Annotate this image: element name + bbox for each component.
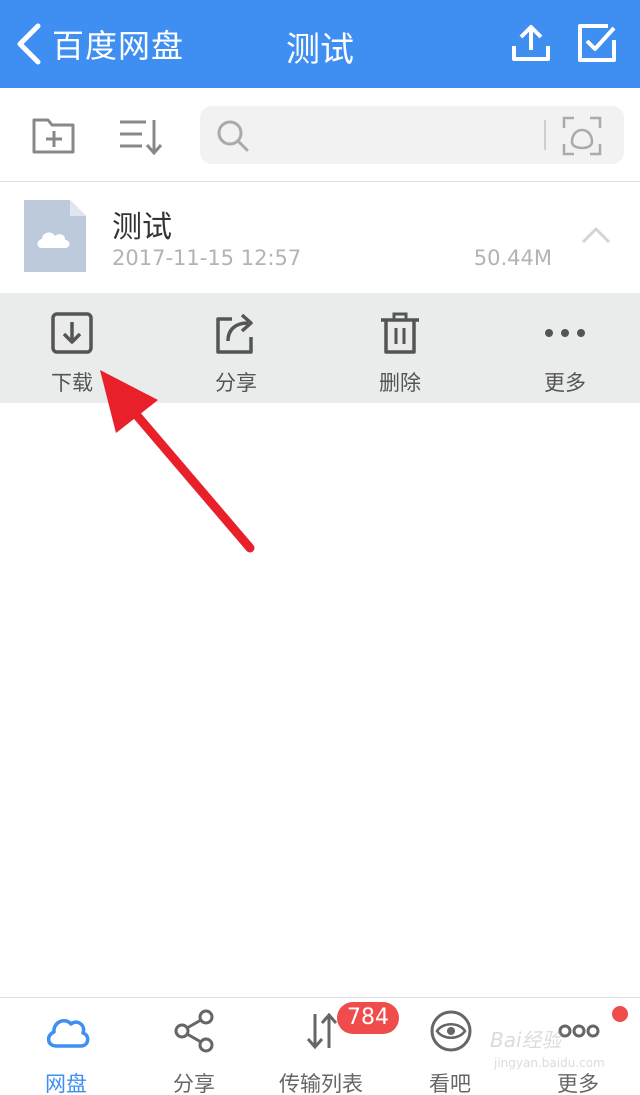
cloud-file-icon: [24, 200, 86, 272]
download-button[interactable]: 下载: [12, 293, 132, 403]
search-icon: [217, 120, 249, 152]
back-label: 百度网盘: [52, 27, 185, 65]
bottom-tab-bar: 网盘 分享 784 传输列表 看吧 更多: [0, 997, 640, 1095]
file-date: 2017-11-15 12:57: [112, 246, 302, 270]
tab-share[interactable]: 分享: [130, 998, 258, 1095]
download-label: 下载: [51, 371, 93, 395]
tab-label: 网盘: [45, 1072, 87, 1095]
tab-label: 分享: [173, 1072, 215, 1095]
tab-transfer-list[interactable]: 784 传输列表: [257, 998, 399, 1095]
file-toolbar: [0, 88, 640, 182]
download-icon: [51, 312, 93, 354]
more-label: 更多: [544, 371, 586, 395]
upload-icon[interactable]: [510, 22, 552, 64]
delete-label: 删除: [379, 371, 421, 395]
tab-watch[interactable]: 看吧: [386, 998, 514, 1095]
trash-icon: [381, 312, 419, 354]
search-box[interactable]: [200, 106, 624, 164]
more-dots-icon: [558, 1024, 600, 1038]
file-size: 50.44M: [473, 246, 552, 270]
back-button[interactable]: 百度网盘: [14, 20, 184, 68]
more-icon: [545, 329, 585, 337]
search-input[interactable]: [260, 118, 530, 152]
delete-button[interactable]: 删除: [340, 293, 460, 403]
chevron-up-icon[interactable]: [580, 224, 612, 246]
tab-label: 更多: [557, 1072, 599, 1095]
notification-dot: [612, 1006, 628, 1022]
select-checkbox-icon[interactable]: [576, 22, 618, 64]
header-bar: 百度网盘 测试: [0, 0, 640, 88]
cloud-icon: [46, 1019, 90, 1048]
share-label: 分享: [215, 371, 257, 395]
chevron-left-icon: [17, 23, 41, 65]
new-folder-icon[interactable]: [30, 112, 78, 160]
face-scan-icon[interactable]: [560, 114, 604, 158]
share-button[interactable]: 分享: [176, 293, 296, 403]
file-action-bar: 下载 分享 删除 更多: [0, 293, 640, 403]
more-actions-button[interactable]: 更多: [505, 293, 625, 403]
file-list-item[interactable]: 测试 2017-11-15 12:57 50.44M: [0, 182, 640, 292]
share-nodes-icon: [174, 1009, 214, 1053]
share-icon: [216, 313, 253, 354]
search-divider: [544, 120, 546, 150]
tab-label: 传输列表: [279, 1072, 363, 1095]
tab-cloud-disk[interactable]: 网盘: [2, 998, 130, 1095]
tab-label: 看吧: [429, 1072, 471, 1095]
file-name: 测试: [112, 210, 172, 245]
eye-icon: [430, 1010, 472, 1052]
tab-more[interactable]: 更多: [514, 998, 640, 1095]
sort-icon[interactable]: [116, 112, 164, 160]
